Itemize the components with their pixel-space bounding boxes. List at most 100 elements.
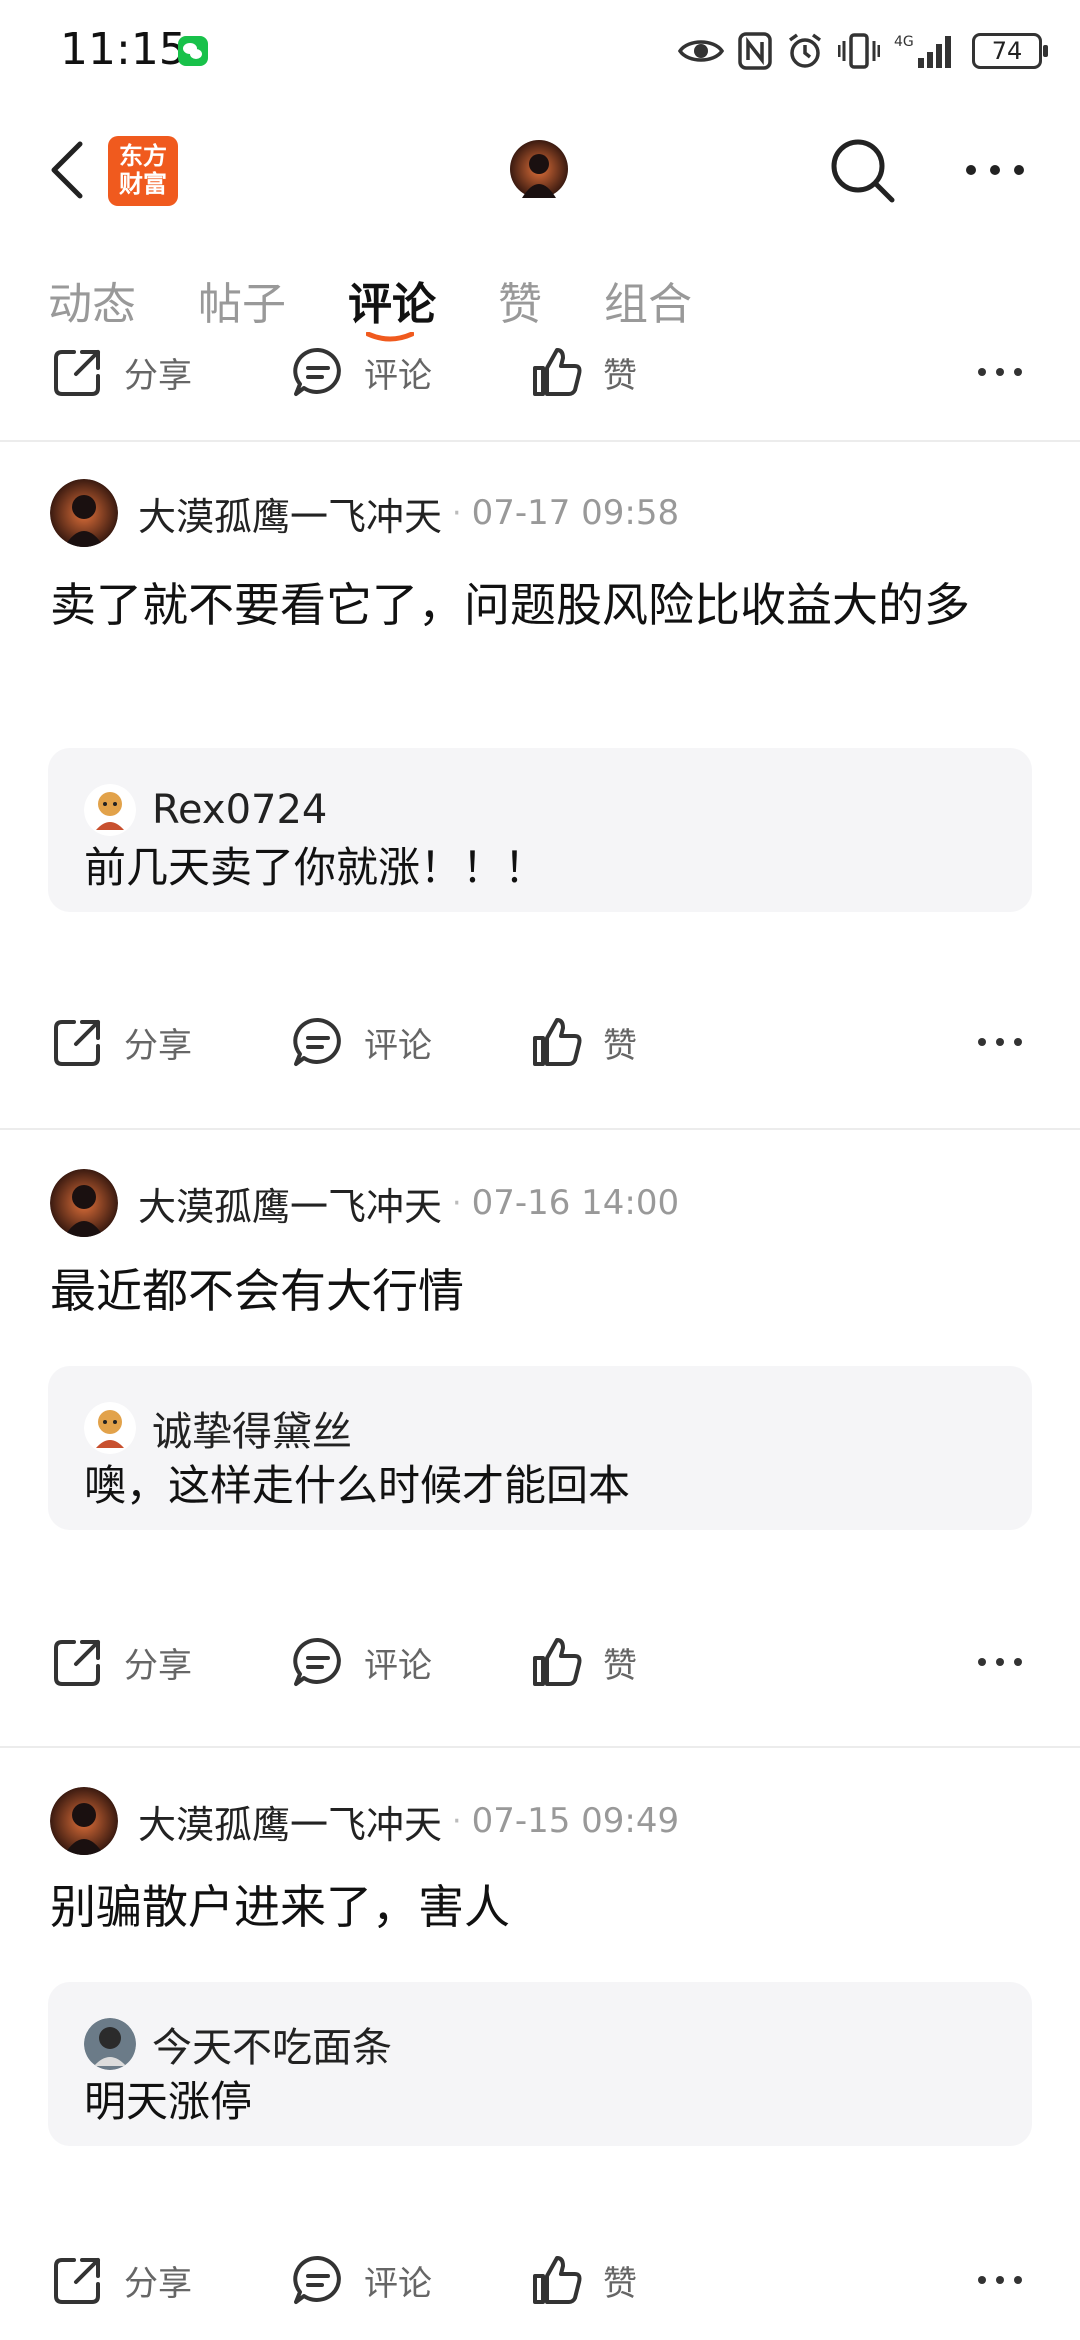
like-button[interactable]: 赞 [531, 1016, 637, 1068]
separator-dot: · [452, 495, 462, 531]
quoted-user-avatar[interactable] [84, 1402, 136, 1454]
share-icon [54, 2258, 100, 2304]
brand-line-1: 东方 [119, 142, 167, 170]
comment-button[interactable]: 评论 [292, 2254, 432, 2306]
tab-comments[interactable]: 评论 [348, 268, 436, 332]
share-icon [54, 1640, 100, 1686]
quoted-username[interactable]: Rex0724 [152, 787, 327, 833]
quoted-user-avatar[interactable] [84, 2018, 136, 2070]
quoted-header: 今天不吃面条 [84, 2016, 392, 2072]
share-button[interactable]: 分享 [52, 346, 192, 398]
action-bar: 分享 评论 赞 [0, 1017, 1080, 1098]
post-more-button[interactable] [974, 346, 1026, 398]
action-bar: 分享 评论 赞 [0, 336, 1080, 406]
quoted-user-avatar[interactable] [84, 784, 136, 836]
share-label: 分享 [124, 355, 192, 396]
more-dots-icon [978, 1038, 1022, 1046]
like-label: 赞 [603, 1025, 637, 1066]
post-more-button[interactable] [974, 2254, 1026, 2306]
comment-icon [293, 1637, 341, 1686]
quoted-username[interactable]: 今天不吃面条 [152, 2015, 392, 2073]
comment-button[interactable]: 评论 [292, 1636, 432, 1688]
post-time: 07-15 09:49 [471, 1801, 680, 1841]
share-label: 分享 [124, 2263, 192, 2304]
comment-text[interactable]: 卖了就不要看它了，问题股风险比收益大的多 [50, 570, 1030, 640]
quoted-text: 明天涨停 [84, 2077, 253, 2126]
like-button[interactable]: 赞 [531, 346, 637, 398]
share-button[interactable]: 分享 [52, 1636, 192, 1688]
more-dots-icon [978, 2276, 1022, 2284]
post-time: 07-16 14:00 [471, 1183, 680, 1223]
separator-dot: · [452, 1803, 462, 1839]
brand-line-2: 财富 [119, 170, 167, 198]
tab-likes[interactable]: 赞 [498, 268, 542, 332]
author-avatar[interactable] [50, 479, 118, 547]
author-avatar[interactable] [50, 1169, 118, 1237]
thumbs-up-icon [533, 348, 582, 396]
post-more-button[interactable] [974, 1636, 1026, 1688]
screen: 11:15 4G 74 东方 财富 动态 帖子 评论 赞 组合 分享 评论 赞 … [0, 0, 1080, 2340]
thumbs-up-icon [533, 2256, 582, 2304]
tab-posts[interactable]: 帖子 [198, 268, 286, 332]
status-bar: 11:15 4G 74 [0, 0, 1080, 100]
vibrate-icon [838, 31, 880, 71]
svg-text:4G: 4G [894, 34, 914, 50]
author-name[interactable]: 大漠孤鹰一飞冲天 [138, 1176, 442, 1231]
share-icon [54, 350, 100, 396]
share-button[interactable]: 分享 [52, 2254, 192, 2306]
post-header[interactable]: 大漠孤鹰一飞冲天 · 07-17 09:58 [50, 478, 679, 548]
comment-label: 评论 [364, 355, 432, 396]
thumbs-up-icon [533, 1018, 582, 1066]
tab-portfolio[interactable]: 组合 [604, 268, 692, 332]
like-button[interactable]: 赞 [531, 1636, 637, 1688]
comment-button[interactable]: 评论 [292, 1016, 432, 1068]
battery-indicator: 74 [972, 33, 1048, 69]
share-label: 分享 [124, 1025, 192, 1066]
quoted-username[interactable]: 诚挚得黛丝 [152, 1399, 352, 1457]
comment-label: 评论 [364, 2263, 432, 2304]
status-time: 11:15 [60, 24, 187, 75]
author-name[interactable]: 大漠孤鹰一飞冲天 [138, 486, 442, 541]
comment-icon [293, 1017, 341, 1066]
like-label: 赞 [603, 1645, 637, 1686]
quoted-text: 前几天卖了你就涨！！！ [84, 843, 547, 892]
more-options-icon[interactable] [963, 150, 1027, 190]
separator-dot: · [452, 1185, 462, 1221]
like-button[interactable]: 赞 [531, 2254, 637, 2306]
nfc-icon [738, 31, 772, 71]
quoted-comment[interactable]: 今天不吃面条 明天涨停 [48, 1982, 1032, 2146]
share-button[interactable]: 分享 [52, 1016, 192, 1068]
back-button[interactable] [48, 140, 88, 200]
quoted-comment[interactable]: Rex0724 前几天卖了你就涨！！！ [48, 748, 1032, 912]
user-avatar[interactable] [510, 140, 568, 198]
quoted-comment[interactable]: 诚挚得黛丝 噢，这样走什么时候才能回本 [48, 1366, 1032, 1530]
author-name[interactable]: 大漠孤鹰一飞冲天 [138, 1794, 442, 1849]
post-header[interactable]: 大漠孤鹰一飞冲天 · 07-15 09:49 [50, 1786, 679, 1856]
comment-text[interactable]: 别骗散户进来了，害人 [50, 1872, 1030, 1942]
author-avatar[interactable] [50, 1787, 118, 1855]
alarm-icon [786, 31, 824, 71]
comment-label: 评论 [364, 1025, 432, 1066]
comment-icon [293, 347, 341, 396]
quoted-text: 噢，这样走什么时候才能回本 [84, 1461, 631, 1510]
tab-dynamics[interactable]: 动态 [48, 268, 136, 332]
post-more-button[interactable] [974, 1016, 1026, 1068]
more-dots-icon [978, 368, 1022, 376]
divider [0, 1746, 1080, 1748]
comment-text[interactable]: 最近都不会有大行情 [50, 1256, 1030, 1326]
action-bar: 分享 评论 赞 [0, 1637, 1080, 1718]
quoted-header: Rex0724 [84, 782, 327, 838]
post-header[interactable]: 大漠孤鹰一飞冲天 · 07-16 14:00 [50, 1168, 679, 1238]
action-bar: 分享 评论 赞 [0, 2255, 1080, 2336]
more-dots-icon [978, 1658, 1022, 1666]
thumbs-up-icon [533, 1638, 582, 1686]
eastmoney-logo[interactable]: 东方 财富 [108, 136, 178, 206]
quoted-header: 诚挚得黛丝 [84, 1400, 352, 1456]
search-icon[interactable] [828, 136, 898, 206]
comment-button[interactable]: 评论 [292, 346, 432, 398]
share-label: 分享 [124, 1645, 192, 1686]
post-time: 07-17 09:58 [471, 493, 680, 533]
eye-icon [678, 31, 724, 71]
share-icon [54, 1020, 100, 1066]
divider [0, 440, 1080, 442]
